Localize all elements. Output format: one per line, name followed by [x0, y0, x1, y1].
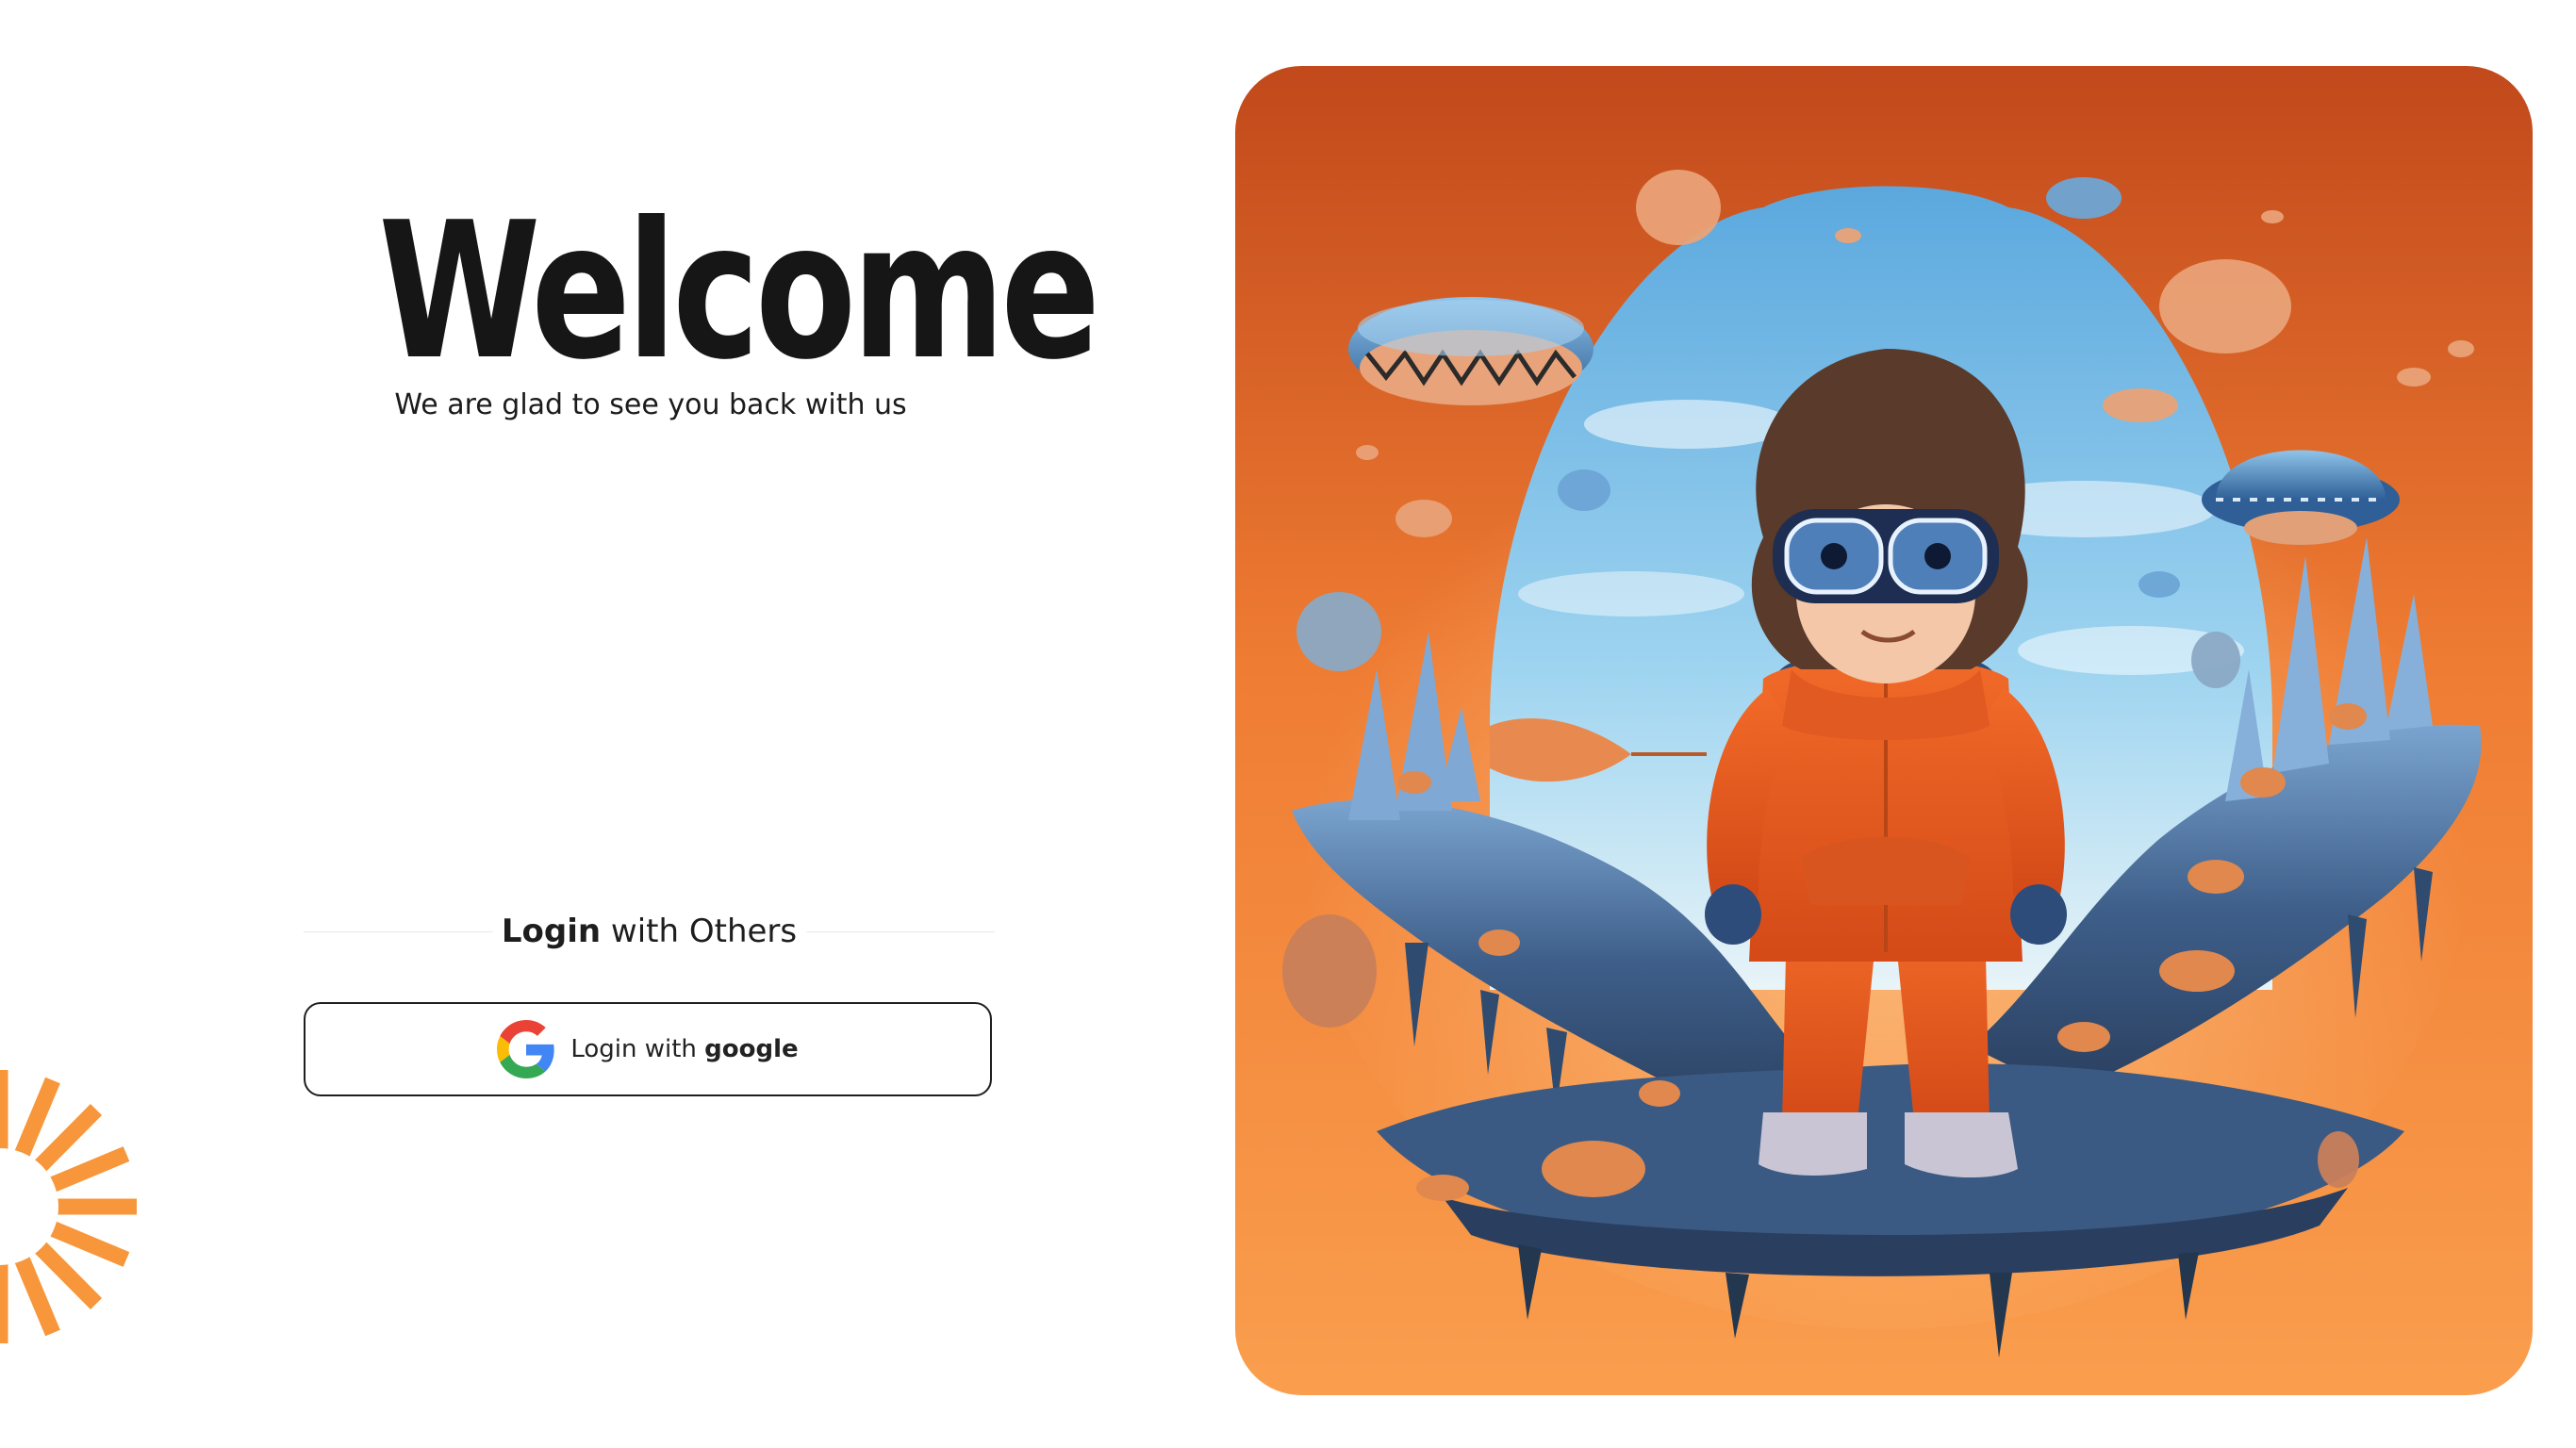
divider-label-rest: with Others	[601, 913, 798, 950]
google-login-button[interactable]: Login with google	[304, 1002, 992, 1096]
login-others-divider: Login with Others	[304, 911, 995, 952]
login-page: Welcome We are glad to see you back with…	[0, 0, 2576, 1448]
divider-label: Login with Others	[491, 911, 807, 952]
google-login-label: Login with google	[570, 1035, 798, 1063]
vr-kid-illustration	[1235, 66, 2533, 1395]
ufo-left	[1348, 297, 1593, 405]
sunburst-icon	[0, 1070, 137, 1343]
page-subtitle: We are glad to see you back with us	[394, 388, 907, 421]
hero-art	[1235, 66, 2533, 1395]
google-login-bold: google	[704, 1035, 799, 1063]
google-login-prefix: Login with	[570, 1035, 705, 1063]
google-g-icon	[497, 1020, 555, 1078]
divider-label-bold: Login	[501, 913, 602, 950]
page-title: Welcome	[378, 182, 1100, 402]
